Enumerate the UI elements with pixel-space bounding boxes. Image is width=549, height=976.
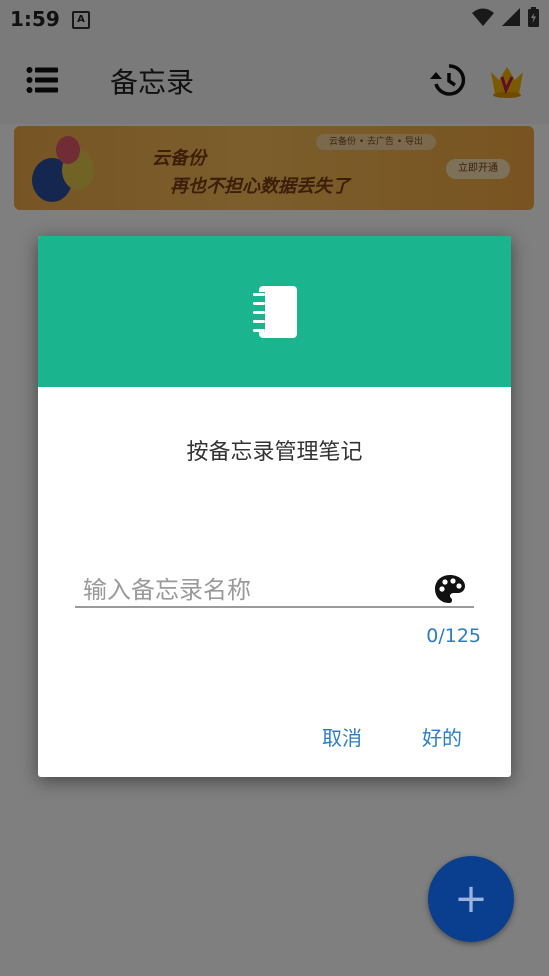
notebook-icon <box>253 286 297 338</box>
palette-icon[interactable] <box>434 574 466 604</box>
character-counter: 0/125 <box>426 625 481 647</box>
input-underline <box>75 606 474 608</box>
add-icon: + <box>454 876 488 922</box>
dialog-header <box>38 236 511 387</box>
memo-name-input[interactable] <box>79 575 437 605</box>
add-memo-button[interactable]: + <box>428 856 514 942</box>
ok-button[interactable]: 好的 <box>422 722 462 751</box>
screen: 1:59 A 备忘录 云备 <box>0 0 549 976</box>
create-memo-dialog: 按备忘录管理笔记 0/125 取消 好的 <box>38 236 511 777</box>
cancel-button[interactable]: 取消 <box>322 722 362 751</box>
dialog-title: 按备忘录管理笔记 <box>186 440 363 465</box>
